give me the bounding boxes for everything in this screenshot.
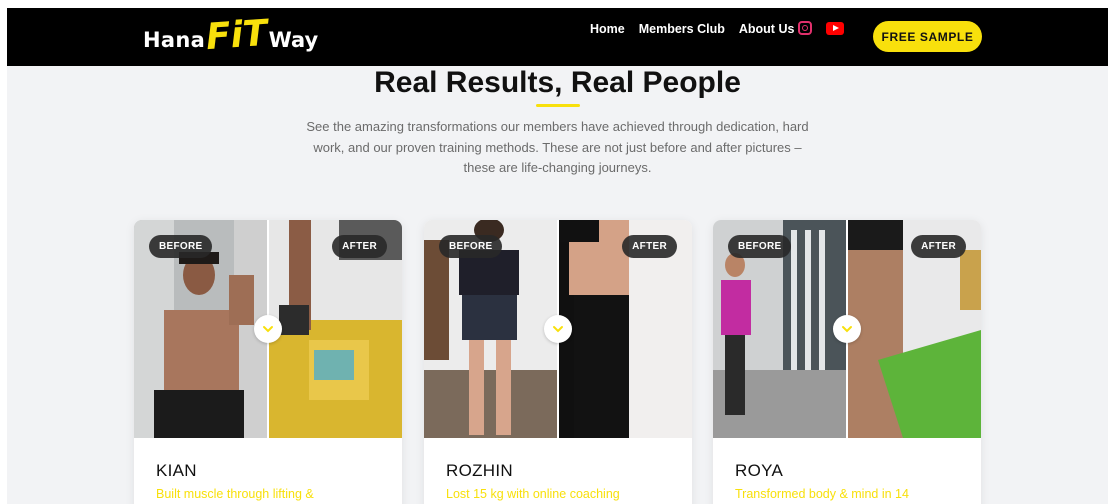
transformation-card-roya: BEFORE AFTER ROYA Transformed body & min… <box>713 220 981 504</box>
nav-link-about-us[interactable]: About Us <box>739 22 795 36</box>
before-badge: BEFORE <box>439 235 503 258</box>
nav-link-home[interactable]: Home <box>590 22 625 36</box>
site-logo[interactable]: Hana FiT Way <box>143 12 319 59</box>
member-result: Transformed body & mind in 14 <box>735 487 909 501</box>
title-underline <box>536 104 580 107</box>
main-nav: Home Members Club About Us <box>590 22 794 36</box>
section-description: See the amazing transformations our memb… <box>306 119 809 175</box>
logo-text-suffix: Way <box>268 28 319 52</box>
section-title: Real Results, Real People <box>374 66 741 99</box>
chevron-down-icon <box>842 326 852 333</box>
chevron-down-icon <box>263 326 273 333</box>
slider-handle[interactable] <box>544 315 572 343</box>
youtube-icon[interactable] <box>826 22 844 35</box>
member-name: ROYA <box>735 461 784 480</box>
after-badge: AFTER <box>622 235 677 258</box>
slider-handle[interactable] <box>254 315 282 343</box>
member-result: Lost 15 kg with online coaching <box>446 487 620 501</box>
after-badge: AFTER <box>332 235 387 258</box>
transformation-card-rozhin: BEFORE AFTER ROZHIN Lost 15 kg with onli… <box>424 220 692 504</box>
before-badge: BEFORE <box>149 235 213 258</box>
before-badge: BEFORE <box>728 235 792 258</box>
logo-text-mid: FiT <box>204 12 269 59</box>
before-after-slider[interactable]: BEFORE AFTER <box>713 220 981 438</box>
member-result: Built muscle through lifting & <box>156 487 314 501</box>
before-after-slider[interactable]: BEFORE AFTER <box>424 220 692 438</box>
instagram-icon[interactable] <box>798 21 812 35</box>
nav-link-members-club[interactable]: Members Club <box>639 22 725 36</box>
logo-text-prefix: Hana <box>143 28 206 52</box>
member-name: KIAN <box>156 461 197 480</box>
slider-handle[interactable] <box>833 315 861 343</box>
free-sample-button[interactable]: FREE SAMPLE <box>873 21 982 52</box>
transformation-card-kian: BEFORE AFTER KIAN Built muscle through l… <box>134 220 402 504</box>
chevron-down-icon <box>553 326 563 333</box>
before-after-slider[interactable]: BEFORE AFTER <box>134 220 402 438</box>
after-badge: AFTER <box>911 235 966 258</box>
member-name: ROZHIN <box>446 461 513 480</box>
